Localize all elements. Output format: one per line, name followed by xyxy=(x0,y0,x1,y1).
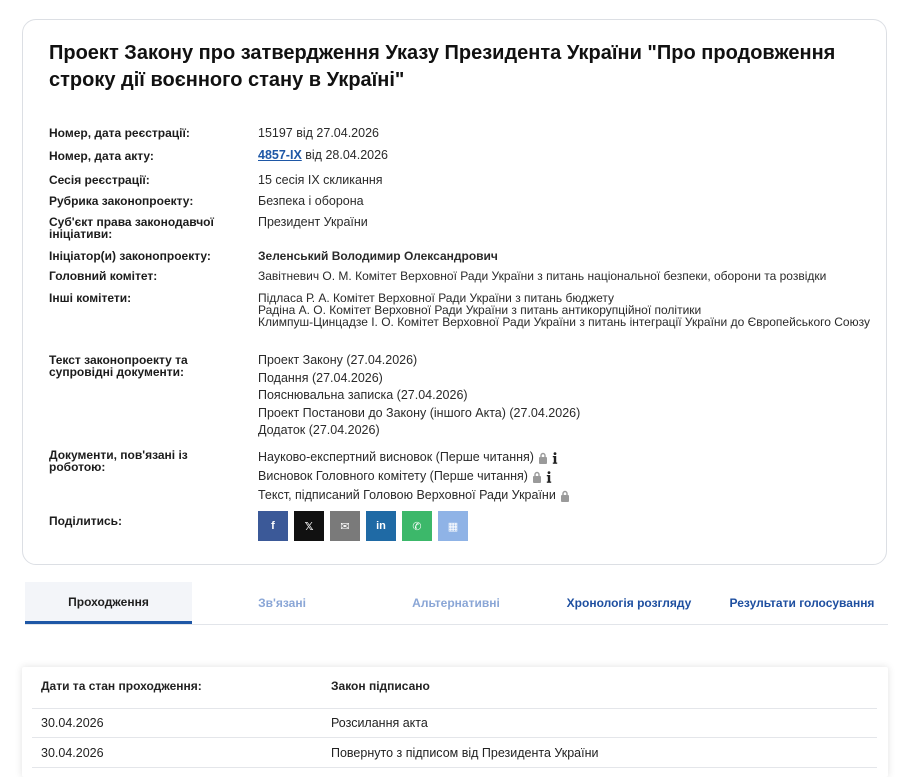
field-label: Інші комітети: xyxy=(49,291,132,305)
tab-related[interactable]: Зв'язані xyxy=(197,582,367,624)
committees-list: Підласа Р. А. Комітет Верховної Ради Укр… xyxy=(258,292,878,328)
act-date: від 28.04.2026 xyxy=(305,148,389,162)
field-label: Документи, пов'язані із роботою: xyxy=(49,448,188,474)
tab-passage[interactable]: Проходження xyxy=(25,582,192,624)
passage-table: Дати та стан проходження: Закон підписан… xyxy=(22,667,888,777)
docs-list: Проект Закону (27.04.2026) Подання (27.0… xyxy=(258,352,878,440)
related-doc-label: Висновок Головного комітету (Перше читан… xyxy=(258,469,528,483)
info-icon[interactable] xyxy=(546,470,552,483)
bill-title: Проект Закону про затвердження Указу Пре… xyxy=(49,42,836,91)
whatsapp-icon: ✆ xyxy=(412,520,422,533)
header-status: Закон підписано xyxy=(331,679,430,693)
field-label: Номер, дата акту: xyxy=(49,149,154,163)
act-number-link[interactable]: 4857-IX xyxy=(258,148,302,162)
info-icon[interactable] xyxy=(552,451,558,464)
facebook-share-button[interactable]: f xyxy=(258,511,288,541)
doc-link[interactable]: Проект Постанови до Закону (іншого Акта)… xyxy=(258,405,878,423)
field-value: 15197 від 27.04.2026 xyxy=(258,126,379,140)
table-row: 30.04.2026 Повернуто з підписом від През… xyxy=(32,738,877,768)
x-icon: 𝕏 xyxy=(304,520,314,533)
related-doc-label: Текст, підписаний Головою Верховної Ради… xyxy=(258,488,556,502)
field-value: 15 сесія IX скликання xyxy=(258,173,383,187)
x-share-button[interactable]: 𝕏 xyxy=(294,511,324,541)
doc-link[interactable]: Подання (27.04.2026) xyxy=(258,370,878,388)
linkedin-icon: in xyxy=(376,520,386,532)
facebook-icon: f xyxy=(271,520,275,532)
row-status: Повернуто з підписом від Президента Укра… xyxy=(331,746,599,760)
share-buttons: f 𝕏 ✉ in ✆ ▦ xyxy=(258,511,474,541)
field-label: Номер, дата реєстрації: xyxy=(49,126,190,140)
email-share-button[interactable]: ✉ xyxy=(330,511,360,541)
related-docs-list: Науково-експертний висновок (Перше читан… xyxy=(258,448,878,505)
related-doc-item[interactable]: Науково-експертний висновок (Перше читан… xyxy=(258,448,878,467)
bill-card: Проект Закону про затвердження Указу Пре… xyxy=(22,19,887,565)
field-label: Сесія реєстрації: xyxy=(49,173,150,187)
header-dates: Дати та стан проходження: xyxy=(41,679,202,693)
committee-item: Климпуш-Цинцадзе І. О. Комітет Верховної… xyxy=(258,315,870,329)
field-label: Рубрика законопроекту: xyxy=(49,194,194,208)
field-value: Безпека і оборона xyxy=(258,194,364,208)
field-label: Поділитись: xyxy=(49,514,123,528)
whatsapp-share-button[interactable]: ✆ xyxy=(402,511,432,541)
tab-alternative[interactable]: Альтернативні xyxy=(371,582,541,624)
field-label: Ініціатор(и) законопроекту: xyxy=(49,249,211,263)
field-label: Суб'єкт права законодавчої ініціативи: xyxy=(49,215,214,241)
field-value: Завітневич О. М. Комітет Верховної Ради … xyxy=(258,269,827,283)
qr-share-button[interactable]: ▦ xyxy=(438,511,468,541)
row-date: 30.04.2026 xyxy=(41,746,104,760)
lock-icon xyxy=(532,471,541,483)
tab-voting-results[interactable]: Результати голосування xyxy=(717,582,887,624)
table-row: 30.04.2026 Розсилання акта xyxy=(32,708,877,738)
lock-icon xyxy=(560,490,569,502)
related-doc-label: Науково-експертний висновок (Перше читан… xyxy=(258,450,534,464)
email-icon: ✉ xyxy=(340,520,350,533)
field-value: 4857-IX від 28.04.2026 xyxy=(258,149,878,162)
linkedin-share-button[interactable]: in xyxy=(366,511,396,541)
tab-chronology[interactable]: Хронологія розгляду xyxy=(545,582,713,624)
doc-link[interactable]: Додаток (27.04.2026) xyxy=(258,422,878,440)
field-value: Зеленський Володимир Олександрович xyxy=(258,249,498,263)
related-doc-item[interactable]: Висновок Головного комітету (Перше читан… xyxy=(258,467,878,486)
field-label: Текст законопроекту та супровідні докуме… xyxy=(49,353,188,379)
doc-link[interactable]: Пояснювальна записка (27.04.2026) xyxy=(258,387,878,405)
qr-icon: ▦ xyxy=(447,520,459,533)
field-value: Президент України xyxy=(258,215,368,229)
row-date: 30.04.2026 xyxy=(41,716,104,730)
related-doc-item[interactable]: Текст, підписаний Головою Верховної Ради… xyxy=(258,486,878,505)
row-status: Розсилання акта xyxy=(331,716,428,730)
doc-link[interactable]: Проект Закону (27.04.2026) xyxy=(258,352,878,370)
field-label: Головний комітет: xyxy=(49,269,158,283)
tab-bar: Проходження Зв'язані Альтернативні Хроно… xyxy=(25,582,888,625)
lock-icon xyxy=(538,452,547,464)
table-header: Дати та стан проходження: Закон підписан… xyxy=(32,667,877,709)
